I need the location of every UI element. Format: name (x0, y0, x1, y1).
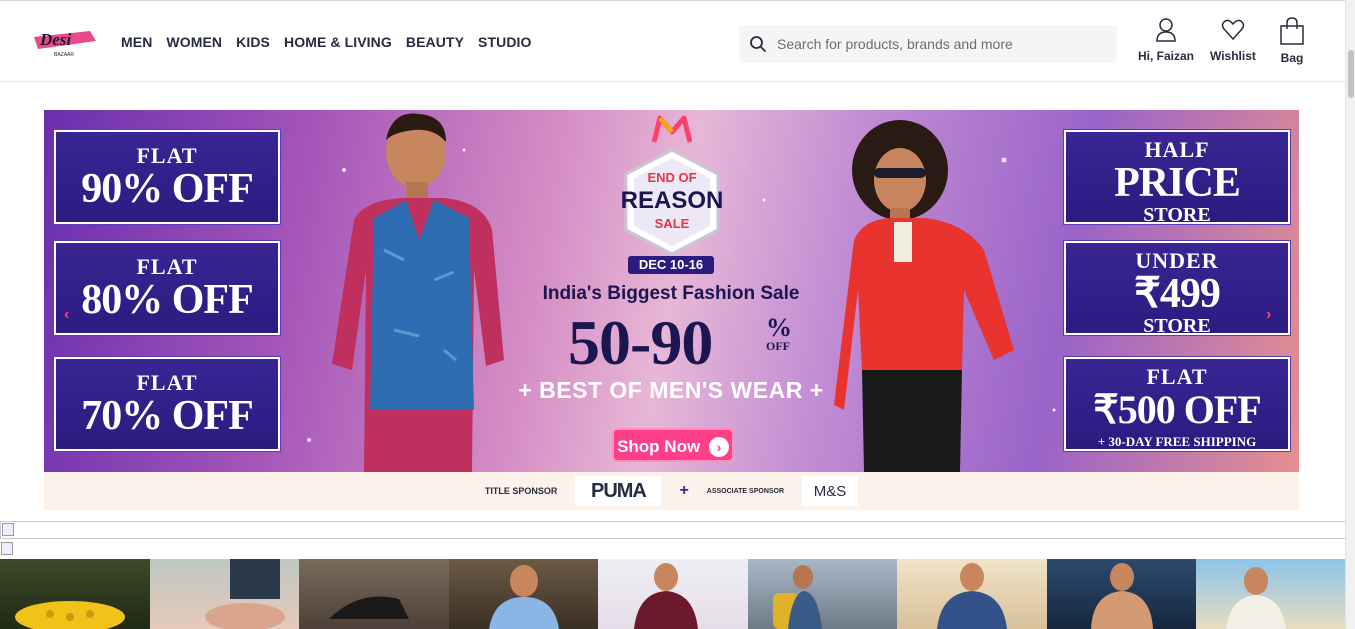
bag-label: Bag (1280, 51, 1304, 65)
search-input[interactable] (777, 36, 1097, 52)
category-tile-innerwear[interactable] (1046, 559, 1196, 629)
badge-line1: END OF (647, 170, 696, 185)
offer-sub: STORE (1143, 204, 1211, 226)
broken-image-icon (1, 542, 13, 555)
nav-beauty[interactable]: BEAUTY (406, 34, 464, 50)
offer-value: PRICE (1114, 160, 1241, 206)
offer-label: HALF (1144, 137, 1210, 162)
badge-line2: REASON (621, 187, 724, 214)
offer-flat-70[interactable]: FLAT 70% OFF (54, 357, 280, 451)
end-of-season-badge: END OF REASON SALE (621, 148, 724, 256)
sponsor-strip: TITLE SPONSOR PUMA + ASSOCIATE SPONSOR M… (44, 472, 1299, 510)
nav-kids[interactable]: KIDS (236, 34, 270, 50)
wishlist-label: Wishlist (1210, 49, 1256, 63)
offer-half-price-store[interactable]: HALF PRICE STORE (1064, 130, 1290, 226)
offer-flat-80[interactable]: FLAT 80% OFF (54, 241, 280, 335)
associate-sponsor-label: ASSOCIATE SPONSOR (706, 487, 785, 495)
user-icon (1156, 18, 1176, 42)
broken-image-icon (2, 523, 14, 536)
page-scrollbar[interactable] (1345, 0, 1355, 629)
offer-value: ₹499 (1134, 271, 1221, 317)
maroon-shirt-model-image (634, 563, 698, 629)
offer-flat-500-off[interactable]: FLAT ₹500 OFF + 30-DAY FREE SHIPPING (1064, 357, 1290, 451)
nav-men[interactable]: MEN (121, 34, 152, 50)
badge-line3: SALE (655, 216, 690, 231)
nav-women[interactable]: WOMEN (166, 34, 222, 50)
title-sponsor-label: TITLE SPONSOR (484, 486, 558, 496)
offer-label: FLAT (136, 254, 198, 279)
category-tile-formal-shirts[interactable] (448, 559, 598, 629)
search-icon (750, 36, 766, 52)
male-model-right-image (834, 120, 1014, 472)
profile-label: Hi, Faizan (1138, 49, 1195, 63)
offer-sub: STORE (1143, 315, 1211, 337)
carousel-prev-arrow[interactable]: ‹ (64, 306, 69, 324)
offer-label: FLAT (136, 143, 198, 168)
category-tile-casual[interactable] (1196, 559, 1346, 629)
category-tile-shirts[interactable] (598, 559, 748, 629)
ms-brand: M&S (813, 482, 847, 500)
page: Desi BAZAAR MEN WOMEN KIDS HOME & LIVING… (0, 0, 1355, 629)
logo-text: Desi (39, 30, 71, 49)
desi-bazaar-logo[interactable]: Desi BAZAAR (32, 25, 98, 59)
broken-image-banner (0, 541, 1346, 559)
category-tile-sandals[interactable] (149, 559, 299, 629)
profile-button[interactable]: Hi, Faizan (1138, 17, 1194, 63)
off-label: OFF (766, 339, 790, 353)
bag-icon (1280, 17, 1304, 45)
offer-flat-90[interactable]: FLAT 90% OFF (54, 130, 280, 224)
offer-label: FLAT (1146, 364, 1208, 389)
ms-logo[interactable]: M&S (802, 476, 859, 506)
main-nav: MEN WOMEN KIDS HOME & LIVING BEAUTY STUD… (121, 34, 546, 50)
banner-center: END OF REASON SALE DEC 10-16 India's Big… (516, 110, 826, 472)
offer-value: 80% OFF (81, 277, 253, 323)
nav-home-living[interactable]: HOME & LIVING (284, 34, 392, 50)
myntra-logo (652, 115, 692, 143)
chevron-right-icon: › (708, 437, 729, 457)
offer-value: 90% OFF (81, 166, 253, 212)
offer-label: UNDER (1135, 248, 1219, 273)
sale-dates: DEC 10-16 (628, 256, 714, 274)
offer-value: ₹500 OFF (1093, 387, 1261, 432)
puma-logo[interactable]: PUMA (575, 476, 662, 506)
search-bar[interactable] (739, 25, 1117, 63)
offer-value: 70% OFF (81, 393, 253, 439)
formal-shirt-model-image (488, 565, 559, 629)
male-model-left-image (332, 113, 504, 472)
blazer-model-image (937, 563, 1007, 629)
discount-range: 50-90 (568, 307, 713, 378)
offer-sub: + 30-DAY FREE SHIPPING (1097, 434, 1257, 449)
backpack-model-image (772, 565, 822, 629)
site-header: Desi BAZAAR MEN WOMEN KIDS HOME & LIVING… (0, 0, 1345, 82)
casual-model-image (1226, 567, 1286, 629)
innerwear-model-image (1090, 563, 1153, 629)
percent-symbol: % (766, 313, 792, 342)
shop-now-label: Shop Now (617, 437, 701, 456)
heart-icon (1221, 19, 1245, 41)
sale-tagline: India's Biggest Fashion Sale (542, 283, 800, 304)
offer-label: FLAT (136, 370, 198, 395)
logo-sub-text: BAZAAR (54, 52, 74, 58)
nav-studio[interactable]: STUDIO (478, 34, 532, 50)
banner-subhead: + BEST OF MEN'S WEAR + (518, 377, 824, 403)
scrollbar-thumb[interactable] (1348, 50, 1354, 98)
category-tile-crocs[interactable] (0, 559, 150, 629)
category-image-strip (0, 559, 1346, 629)
sandals-image (204, 559, 285, 629)
category-tile-backpacks[interactable] (747, 559, 897, 629)
bag-button[interactable]: Bag (1278, 17, 1306, 65)
plus-separator: + (679, 482, 689, 499)
offer-under-499-store[interactable]: UNDER ₹499 STORE (1064, 241, 1290, 337)
broken-image-banner (0, 521, 1346, 539)
shop-now-button[interactable]: Shop Now › (612, 428, 734, 462)
sale-banner[interactable]: FLAT 90% OFF FLAT 80% OFF FLAT 70% OFF H… (44, 110, 1299, 472)
shoes-image (329, 596, 409, 619)
carousel-next-arrow[interactable]: › (1266, 306, 1271, 324)
category-tile-blazers[interactable] (897, 559, 1047, 629)
category-tile-shoes[interactable] (299, 559, 449, 629)
crocs-image (15, 601, 125, 629)
discount-percent: % OFF (766, 313, 792, 353)
wishlist-button[interactable]: Wishlist (1210, 17, 1256, 63)
puma-brand: PUMA (590, 479, 647, 502)
